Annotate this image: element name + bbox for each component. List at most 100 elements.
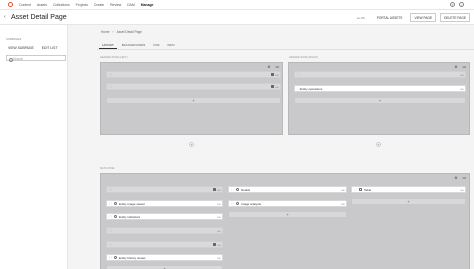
drag-handle-icon[interactable]: ⋮⋮ (108, 85, 113, 88)
component-entity-indicators[interactable]: ⋮⋮ Entity indicators ••• (106, 213, 223, 220)
add-component-button[interactable]: + (228, 211, 347, 218)
page-header: ‹ Asset Detail Page en-US PORTAL ASSETS … (0, 10, 474, 25)
placeholder-component[interactable]: ⋮⋮ ••• (106, 186, 223, 193)
nav-assets[interactable]: Assets (37, 3, 47, 7)
breadcrumb-separator: › (112, 30, 114, 34)
user-icon[interactable]: • (459, 2, 464, 7)
drag-handle-icon[interactable]: ⋮⋮ (108, 73, 113, 76)
nav-dam[interactable]: DAM (127, 3, 135, 7)
component-label: Entity history viewer (119, 255, 146, 260)
analysis-icon (236, 202, 239, 205)
main-area: Home › Asset Detail Page LAYOUT BACKGROU… (97, 25, 474, 269)
component-table[interactable]: ⋮⋮ Table ••• (351, 186, 466, 193)
placeholder-component[interactable]: ⋮⋮ ••• (106, 241, 223, 248)
more-icon[interactable]: ••• (216, 243, 222, 247)
more-icon[interactable]: ••• (462, 65, 466, 69)
zone-tools: ⚙ ••• (454, 65, 466, 69)
add-component-button[interactable]: + (351, 198, 466, 205)
placeholder-component[interactable]: ⋮⋮ ••• (106, 83, 281, 90)
add-row-button[interactable]: + (376, 142, 381, 147)
component-details[interactable]: ⋮⋮ Details ••• (228, 186, 347, 193)
portal-assets-button[interactable]: PORTAL ASSETS (373, 13, 407, 22)
nav-content[interactable]: Content (19, 3, 31, 7)
more-icon[interactable]: ••• (216, 215, 222, 219)
component-label: Entity indicators (119, 214, 141, 219)
view-page-button[interactable]: VIEW PAGE (410, 13, 437, 23)
more-icon[interactable]: ••• (274, 85, 280, 89)
sidebar-buttons: VIEW SUBPAGE EDIT LIST (8, 46, 58, 50)
drag-handle-icon[interactable]: ⋮⋮ (108, 188, 113, 191)
drag-handle-icon[interactable]: ⋮⋮ (108, 202, 113, 205)
language-select[interactable]: en-US (357, 16, 365, 20)
nav-projects[interactable]: Projects (76, 3, 88, 7)
component-entity-image-viewer[interactable]: ⋮⋮ Entity image viewer ••• (106, 200, 223, 207)
tabs-divider (97, 49, 474, 50)
add-component-button[interactable]: + (106, 265, 223, 269)
component-label: Entity image viewer (119, 201, 146, 206)
drag-handle-icon[interactable]: ⋮⋮ (230, 188, 235, 191)
sidebar: SUBPAGES VIEW SUBPAGE EDIT LIST Search (0, 25, 68, 269)
nav-review[interactable]: Review (110, 3, 121, 7)
arrow-left-icon[interactable]: ‹ (4, 14, 6, 20)
search-input[interactable]: Search (6, 55, 66, 62)
component-entity-history-viewer[interactable]: ⋮⋮ Entity history viewer ••• (106, 254, 223, 261)
drag-handle-icon[interactable]: ⋮⋮ (108, 243, 113, 246)
header-zone-right: ⚙ ••• ⋮⋮ ••• ⋮⋮ Entity operations ••• + (288, 62, 470, 135)
nav-manage[interactable]: Manage (141, 3, 154, 7)
tab-backgrounds[interactable]: BACKGROUNDS (119, 41, 149, 49)
gear-icon[interactable]: ⚙ (267, 65, 270, 69)
header-zone-left: ⚙ ••• ⋮⋮ ••• ⋮⋮ ••• + (100, 62, 283, 135)
nav-collections[interactable]: Collections (53, 3, 70, 7)
sidebar-title: SUBPAGES (6, 37, 22, 41)
more-icon[interactable]: ••• (459, 188, 465, 192)
top-icons: ? • (450, 2, 464, 7)
gear-icon[interactable]: ⚙ (454, 65, 457, 69)
more-icon[interactable]: ••• (216, 188, 222, 192)
help-icon[interactable]: ? (450, 2, 455, 7)
tab-layout[interactable]: LAYOUT (99, 41, 117, 49)
delete-page-button[interactable]: DELETE PAGE (440, 13, 470, 23)
component-image-analysis[interactable]: ⋮⋮ Image analysis ••• (228, 200, 347, 207)
more-icon[interactable]: ••• (274, 73, 280, 77)
more-icon[interactable]: ••• (340, 188, 346, 192)
more-icon[interactable]: ••• (462, 176, 466, 180)
table-icon (359, 188, 362, 191)
breadcrumb-home[interactable]: Home (101, 30, 110, 34)
edit-list-button[interactable]: EDIT LIST (42, 46, 58, 50)
app-logo[interactable] (8, 2, 13, 7)
drag-handle-icon[interactable]: ⋮⋮ (108, 229, 113, 232)
page-title: Asset Detail Page (11, 13, 67, 21)
more-icon[interactable]: ••• (459, 73, 465, 77)
more-icon[interactable]: ••• (216, 229, 222, 233)
header-actions: en-US PORTAL ASSETS VIEW PAGE DELETE PAG… (357, 13, 470, 23)
placeholder-component[interactable]: ⋮⋮ ••• (106, 71, 281, 78)
top-navigation: Content Assets Collections Projects Crea… (0, 0, 474, 10)
gear-icon[interactable]: ⚙ (454, 176, 457, 180)
component-entity-operations[interactable]: ⋮⋮ Entity operations ••• (294, 85, 466, 92)
tab-css[interactable]: CSS (150, 41, 162, 49)
drag-handle-icon[interactable]: ⋮⋮ (108, 256, 113, 259)
more-icon[interactable]: ••• (275, 65, 279, 69)
history-icon (114, 256, 117, 259)
zone-label-header-left: HEADER ZONE (LEFT) (100, 56, 128, 59)
drag-handle-icon[interactable]: ⋮⋮ (230, 202, 235, 205)
tabs: LAYOUT BACKGROUNDS CSS INFO (99, 41, 178, 49)
add-component-button[interactable]: + (294, 97, 466, 104)
new-subpage-button[interactable]: VIEW SUBPAGE (8, 46, 34, 50)
placeholder-component[interactable]: ⋮⋮ ••• (106, 227, 223, 234)
placeholder-component[interactable]: ⋮⋮ ••• (294, 71, 466, 78)
main-zone: ⚙ ••• ⋮⋮ ••• ⋮⋮ Entity image viewer ••• … (100, 173, 470, 269)
more-icon[interactable]: ••• (340, 202, 346, 206)
zone-tools: ⚙ ••• (267, 65, 279, 69)
nav-create[interactable]: Create (94, 3, 104, 7)
add-row-button[interactable]: + (189, 142, 194, 147)
drag-handle-icon[interactable]: ⋮⋮ (353, 188, 358, 191)
tab-info[interactable]: INFO (164, 41, 177, 49)
drag-handle-icon[interactable]: ⋮⋮ (296, 73, 301, 76)
add-component-button[interactable]: + (106, 97, 281, 104)
drag-handle-icon[interactable]: ⋮⋮ (108, 215, 113, 218)
more-icon[interactable]: ••• (459, 87, 465, 91)
more-icon[interactable]: ••• (216, 202, 222, 206)
more-icon[interactable]: ••• (216, 256, 222, 260)
info-icon (236, 188, 239, 191)
